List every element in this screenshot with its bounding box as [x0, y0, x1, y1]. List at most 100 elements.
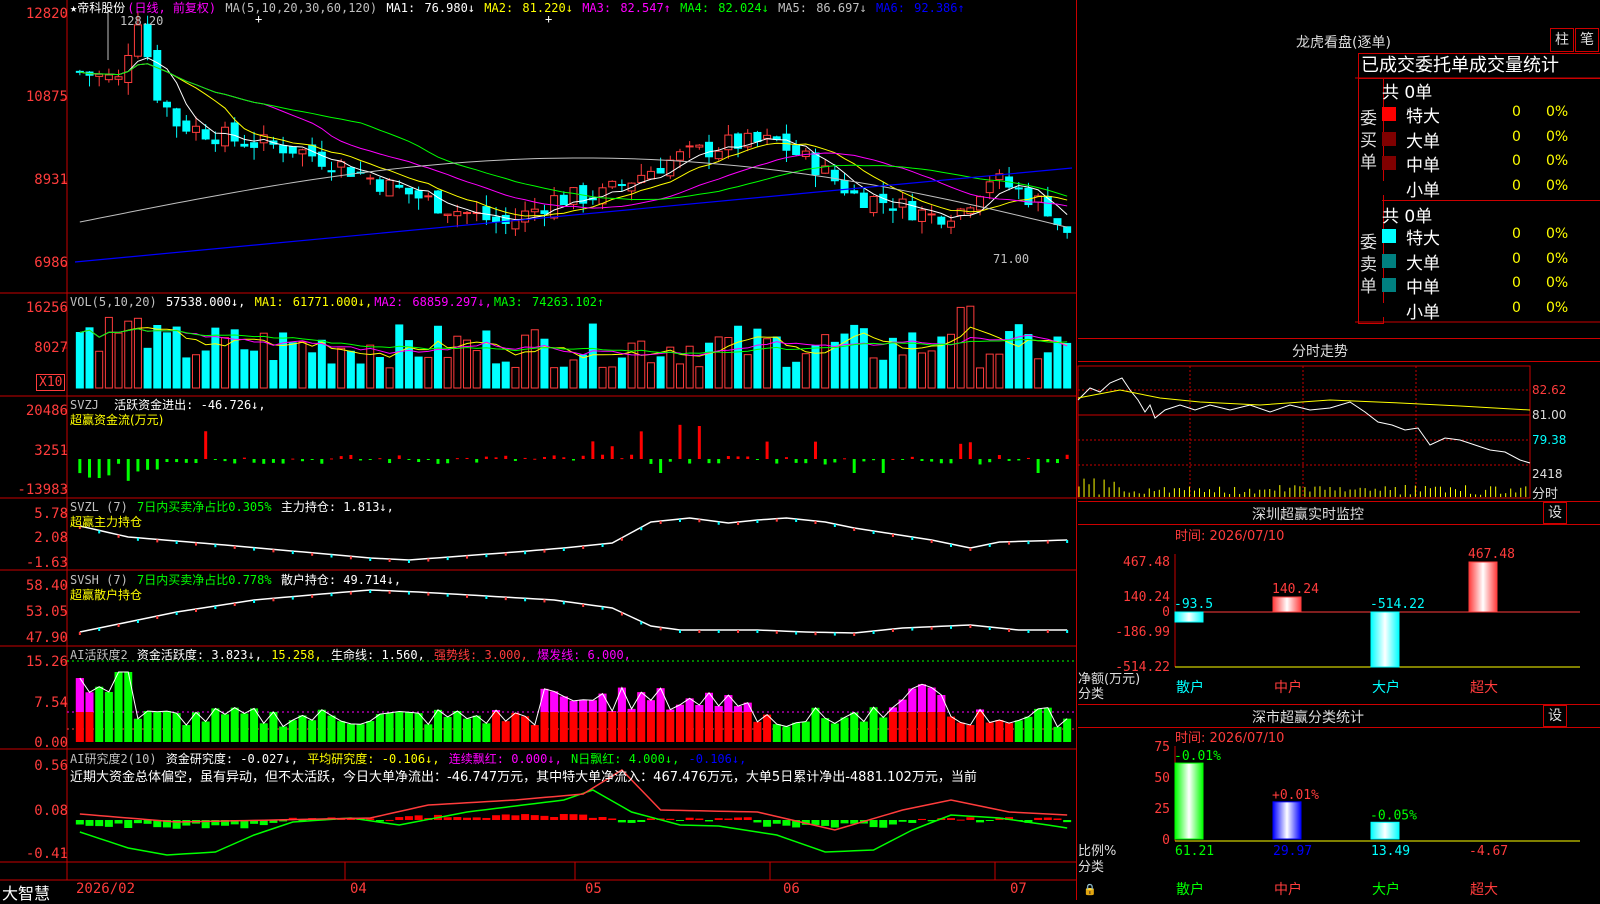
vol-bar-74 — [793, 362, 800, 388]
ai2-bar-34 — [405, 816, 413, 820]
svzl-line — [80, 518, 1067, 560]
candle-body-38 — [444, 214, 451, 215]
svsh-dot-30 — [369, 590, 371, 593]
vol-bar-11 — [183, 358, 190, 388]
svzj-label: SVZJ — [70, 398, 99, 412]
classify-settings-button[interactable]: 设 — [1543, 705, 1567, 727]
ai2-y-2: 0.08 — [34, 803, 68, 819]
classify-left-2: 分类 — [1078, 856, 1104, 875]
candle-body-100 — [1044, 197, 1051, 216]
svzl-dot-30 — [369, 558, 371, 561]
svsh-dot-58 — [640, 622, 642, 625]
svsh-dot-42 — [485, 596, 487, 599]
ai2-bar-67 — [724, 819, 732, 820]
vol-bar-30 — [367, 345, 374, 388]
svzj-bar-25 — [320, 459, 323, 464]
ai2-bar-40 — [463, 818, 471, 820]
svsh-dot-74 — [795, 632, 797, 635]
svsh-dot-2 — [98, 628, 100, 631]
svzl-dot-18 — [253, 548, 255, 551]
svzj-bar-18 — [253, 459, 256, 463]
svzj-bar-102 — [1066, 455, 1069, 459]
svsh-dot-48 — [543, 599, 545, 602]
ai2-bar-99 — [1034, 818, 1042, 820]
svzj-bar-33 — [398, 455, 401, 459]
vol-bar-42 — [483, 331, 490, 388]
ai2-bar-72 — [773, 820, 781, 824]
ma-4-name: MA4: — [680, 1, 709, 15]
ai2-bar-91 — [957, 820, 965, 821]
svzj-bar-47 — [533, 459, 536, 460]
classify-time: 时间: 2026/07/10 — [1175, 727, 1284, 746]
ai1-top-54 — [599, 694, 607, 712]
ai2-y-1: 0.56 — [34, 758, 68, 774]
candle-body-90 — [948, 221, 955, 227]
tick-mode-button[interactable]: 笔 — [1575, 28, 1599, 52]
svzj-bar-63 — [688, 459, 691, 464]
svzj-bar-54 — [601, 455, 604, 459]
ai1-top-68 — [734, 706, 742, 712]
svzl-legend: SVZL (7) 7日内买卖净占比0.305% 主力持仓: 1.813↓, — [70, 499, 396, 515]
ai1-top-53 — [589, 700, 597, 712]
vol-bar-72 — [773, 337, 780, 388]
svzj-bar-97 — [1017, 459, 1020, 460]
svsh-dot-98 — [1027, 630, 1029, 633]
bar-mode-button[interactable]: 柱 — [1550, 28, 1574, 52]
ai1-bar-82 — [870, 707, 878, 742]
monitor-settings-button[interactable]: 设 — [1543, 502, 1567, 524]
svsh-dot-102 — [1066, 630, 1068, 633]
svzj-bar-94 — [988, 459, 991, 462]
ai2-bar-49 — [550, 817, 558, 820]
candle-body-68 — [735, 134, 742, 148]
lhb-sell-pct-2: 0% — [1546, 275, 1568, 291]
lhb-buy-pct-3: 0% — [1546, 178, 1568, 194]
lhb-tabs[interactable]: 已成交委托单成交量统计 — [1358, 53, 1600, 79]
svzj-bar-7 — [146, 459, 149, 470]
vol-bar-36 — [425, 357, 432, 388]
candle-body-82 — [870, 196, 877, 212]
vol-bar-44 — [502, 362, 509, 388]
svzj-bar-56 — [620, 458, 623, 459]
ai2-bar-93 — [976, 820, 984, 822]
ai2-bar-77 — [821, 820, 829, 826]
ai2-bar-65 — [705, 820, 713, 821]
svzj-bar-98 — [1027, 458, 1030, 459]
candle-body-101 — [1054, 219, 1061, 225]
ai2-bar-73 — [782, 820, 790, 826]
ai1-bar-13 — [202, 721, 210, 742]
svzj-bar-71 — [766, 442, 769, 459]
svzj-bar-41 — [475, 459, 478, 463]
lhb-sell-pct-3: 0% — [1546, 300, 1568, 316]
svzl-dot-46 — [524, 551, 526, 554]
ai2-bar-100 — [1044, 818, 1052, 820]
vol-bar-38 — [444, 357, 451, 388]
svsh-dot-20 — [272, 598, 274, 601]
lhb-buy-name-2: 中单 — [1406, 151, 1440, 176]
marker-plus-1: + — [255, 12, 262, 26]
ma-1-name: MA1: — [386, 1, 415, 15]
svzj-bar-21 — [282, 459, 285, 464]
svzj-bar-93 — [979, 459, 982, 464]
ai1-bar-5 — [124, 672, 132, 742]
ai2-bar-78 — [831, 820, 839, 828]
svzj-bar-87 — [920, 459, 923, 461]
ai1-bar-55 — [608, 711, 616, 742]
vol-bar-33 — [396, 325, 403, 388]
vol-bar-29 — [357, 364, 364, 388]
svsh-dot-100 — [1047, 630, 1049, 633]
vol-ma-1-value: 61771.000↓, — [286, 295, 373, 309]
svzl-dot-14 — [214, 544, 216, 547]
ai1-bar-19 — [260, 723, 268, 742]
ai1-top-88 — [928, 688, 936, 712]
vol-ma-1-name: MA1: — [255, 295, 284, 309]
ai1-bar-29 — [357, 724, 365, 742]
lhb-buy-pct-0: 0% — [1546, 104, 1568, 120]
svzj-bar-51 — [572, 459, 575, 461]
ai1-bar-46 — [521, 716, 529, 742]
vol-bar-21 — [280, 333, 287, 388]
svzj-bar-5 — [127, 459, 130, 481]
svzl-dot-102 — [1066, 540, 1068, 543]
vol-bar-93 — [977, 368, 984, 388]
svzj-bar-79 — [843, 458, 846, 459]
ai1-bar-72 — [773, 724, 781, 742]
